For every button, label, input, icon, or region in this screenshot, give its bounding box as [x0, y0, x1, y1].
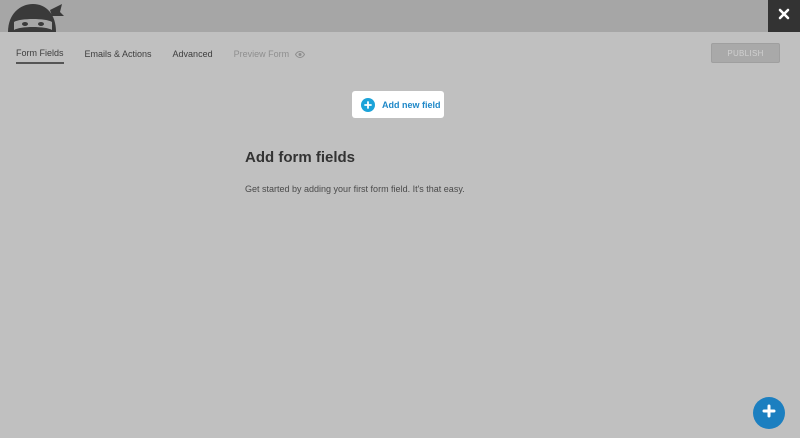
close-icon — [778, 7, 790, 25]
tab-form-fields[interactable]: Form Fields — [16, 48, 64, 64]
empty-state-title: Add form fields — [245, 149, 356, 166]
publish-button[interactable]: PUBLISH — [711, 43, 780, 63]
tab-advanced[interactable]: Advanced — [173, 49, 213, 63]
add-new-field-label: Add new field — [382, 99, 441, 110]
add-field-fab-button[interactable] — [753, 397, 785, 429]
tab-preview-form[interactable]: Preview Form — [234, 49, 306, 63]
add-new-field-button[interactable]: Add new field — [352, 91, 444, 118]
form-builder-page: Form Fields Emails & Actions Advanced Pr… — [0, 0, 800, 438]
top-bar — [0, 0, 800, 32]
plus-icon — [762, 404, 776, 423]
ninja-forms-logo-icon — [6, 0, 66, 32]
builder-tabs: Form Fields Emails & Actions Advanced Pr… — [16, 48, 326, 64]
tab-label: Emails & Actions — [84, 49, 152, 59]
publish-label: PUBLISH — [727, 48, 764, 58]
tab-label: Preview Form — [233, 49, 290, 59]
empty-state-description: Get started by adding your first form fi… — [245, 184, 465, 194]
close-button[interactable] — [768, 0, 800, 32]
tab-label: Form Fields — [16, 48, 64, 58]
plus-circle-icon — [361, 97, 375, 112]
tab-label: Advanced — [172, 49, 213, 59]
tab-emails-actions[interactable]: Emails & Actions — [85, 49, 152, 63]
eye-icon — [295, 50, 306, 58]
